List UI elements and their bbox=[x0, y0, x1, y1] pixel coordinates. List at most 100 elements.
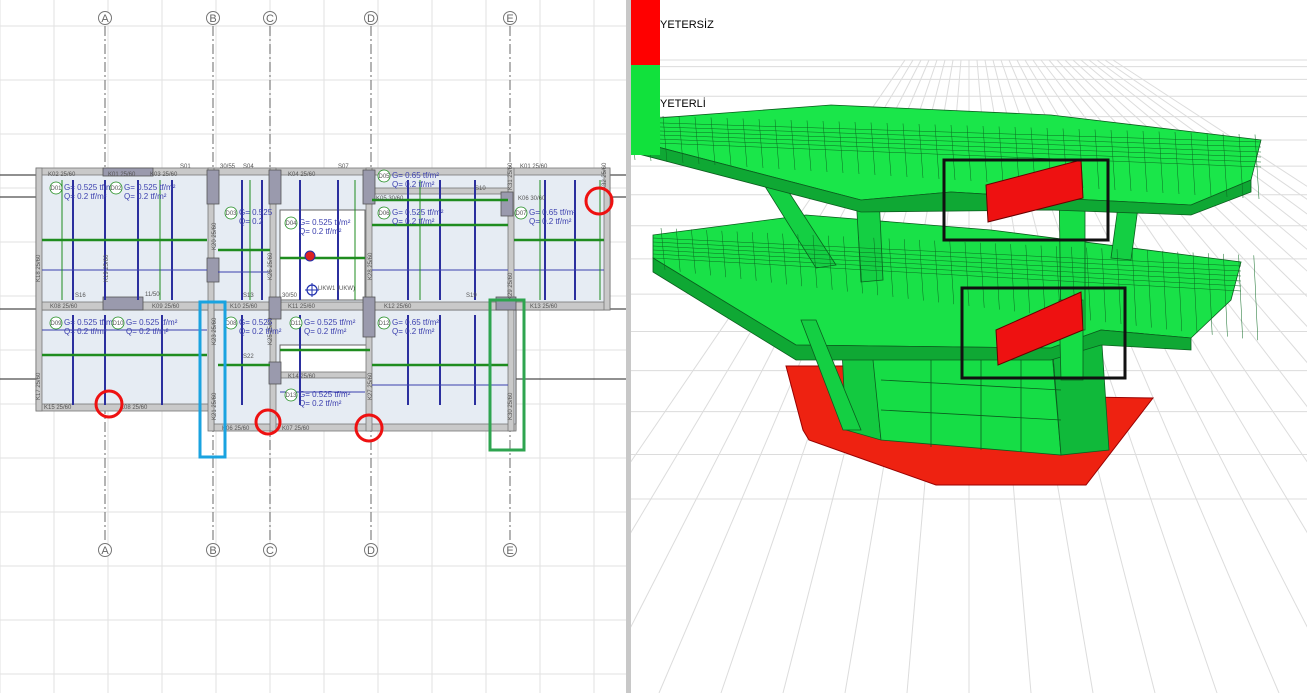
svg-text:Q= 0.2 tf/m²: Q= 0.2 tf/m² bbox=[304, 327, 347, 336]
slab-id-label: S22 bbox=[243, 354, 254, 360]
svg-text:D10: D10 bbox=[112, 321, 124, 327]
column-label: K20 25/60 bbox=[212, 222, 218, 250]
slab-id-label: 11/50 bbox=[145, 292, 160, 298]
beam-label: K03 25/60 bbox=[150, 172, 178, 178]
svg-text:D07: D07 bbox=[515, 211, 527, 217]
svg-text:G= 0.525 tf/m²: G= 0.525 tf/m² bbox=[304, 318, 356, 327]
column-label: K32 25/60 bbox=[602, 162, 608, 190]
svg-text:G= 0.525 tf/m²: G= 0.525 tf/m² bbox=[64, 183, 116, 192]
beam-label: K02 25/60 bbox=[48, 172, 76, 178]
beam-label: K15 25/60 bbox=[44, 405, 72, 411]
svg-text:Q= 0.2 tf/m²: Q= 0.2 tf/m² bbox=[64, 192, 107, 201]
beam-label: K10 25/60 bbox=[230, 304, 258, 310]
slab-id-label: S07 bbox=[338, 164, 349, 170]
axis-label: B bbox=[209, 545, 216, 557]
axis-label: A bbox=[101, 545, 109, 557]
axis-label: D bbox=[367, 545, 375, 557]
svg-text:G= 0.65 tf/m²: G= 0.65 tf/m² bbox=[392, 318, 439, 327]
column-label: K17 25/60 bbox=[36, 372, 42, 400]
svg-text:Q= 0.2 tf/m²: Q= 0.2 tf/m² bbox=[239, 327, 282, 336]
beam-label: K14 25/60 bbox=[288, 374, 316, 380]
beam-label: K11 25/60 bbox=[288, 304, 316, 310]
beam-label: K05 30/60 bbox=[376, 196, 404, 202]
svg-text:Q= 0.2 tf/m²: Q= 0.2 tf/m² bbox=[392, 327, 435, 336]
3d-model-panel[interactable] bbox=[631, 0, 1307, 693]
svg-text:Q= 0.2 tf/m²: Q= 0.2 tf/m² bbox=[529, 217, 572, 226]
svg-text:D13: D13 bbox=[285, 393, 297, 399]
beam-label: K12 25/60 bbox=[384, 304, 412, 310]
slab-id-label: S10 bbox=[475, 186, 486, 192]
beam-label: K01 25/60 bbox=[108, 172, 136, 178]
legend-sufficient-swatch bbox=[631, 65, 660, 155]
svg-text:D06: D06 bbox=[378, 211, 390, 217]
svg-text:G= 0.525: G= 0.525 bbox=[239, 208, 273, 217]
middle-slab bbox=[652, 214, 1242, 361]
slab-id-label: S13 bbox=[243, 293, 254, 299]
svg-text:G= 0.65 tf/m²: G= 0.65 tf/m² bbox=[529, 208, 576, 217]
svg-text:D03: D03 bbox=[225, 211, 237, 217]
axis-label: E bbox=[506, 545, 513, 557]
column-label: K27 25/60 bbox=[368, 372, 374, 400]
svg-text:G= 0.525 tf/m²: G= 0.525 tf/m² bbox=[64, 318, 116, 327]
beam-label: K04 25/60 bbox=[288, 172, 316, 178]
svg-text:G= 0.525 tf/m²: G= 0.525 tf/m² bbox=[299, 390, 351, 399]
beam-label: K08 25/60 bbox=[120, 405, 148, 411]
beam-label: K01 25/60 bbox=[520, 164, 548, 170]
beam-label: K07 25/60 bbox=[282, 426, 310, 432]
svg-text:G= 0.525 tf/m²: G= 0.525 tf/m² bbox=[124, 183, 176, 192]
column-label: K31 25/60 bbox=[508, 162, 514, 190]
svg-text:G= 0.525: G= 0.525 bbox=[239, 318, 273, 327]
svg-text:D04: D04 bbox=[285, 221, 297, 227]
slab-id-label: S16 bbox=[75, 293, 86, 299]
svg-text:D01: D01 bbox=[50, 186, 62, 192]
3d-model-canvas[interactable] bbox=[631, 0, 1307, 693]
slab-id-label: S19 bbox=[466, 293, 477, 299]
floor-plan-panel[interactable]: A A B B C C D D E E K02 25/60 K01 25/60 K03 25/60… bbox=[0, 0, 626, 693]
legend-insufficient-label: YETERSİZ bbox=[660, 19, 714, 31]
axis-label: A bbox=[101, 13, 109, 25]
column-label: K21 25/60 bbox=[212, 392, 218, 420]
svg-text:D02: D02 bbox=[110, 186, 122, 192]
slab-id-label: 30/50 bbox=[282, 293, 298, 299]
slab-id-label: 30/55 bbox=[220, 164, 236, 170]
column-label: K28 25/60 bbox=[368, 252, 374, 280]
column-label: K23 25/60 bbox=[212, 317, 218, 345]
slab-id-label: S04 bbox=[243, 164, 254, 170]
svg-text:Q= 0.2 tf/m²: Q= 0.2 tf/m² bbox=[126, 327, 169, 336]
slab-id-label: S01 bbox=[180, 164, 191, 170]
svg-text:G= 0.525 tf/m²: G= 0.525 tf/m² bbox=[126, 318, 178, 327]
svg-text:D05: D05 bbox=[378, 174, 390, 180]
svg-text:Q= 0.2: Q= 0.2 bbox=[239, 217, 264, 226]
beam-label: K08 25/60 bbox=[50, 304, 78, 310]
column-label: K30 25/60 bbox=[508, 392, 514, 420]
beam-label: K06 30/60 bbox=[518, 196, 546, 202]
beam-label: K09 25/60 bbox=[152, 304, 180, 310]
column-label: K18 25/60 bbox=[36, 254, 42, 282]
column-label: K26 25/60 bbox=[268, 252, 274, 280]
svg-text:Q= 0.2 tf/m²: Q= 0.2 tf/m² bbox=[64, 327, 107, 336]
svg-text:Q= 0.2 tf/m²: Q= 0.2 tf/m² bbox=[124, 192, 167, 201]
legend-insufficient-swatch bbox=[631, 0, 660, 65]
svg-text:Q= 0.2 tf/m²: Q= 0.2 tf/m² bbox=[392, 180, 435, 189]
svg-text:D08: D08 bbox=[225, 321, 237, 327]
axis-label: B bbox=[209, 13, 216, 25]
svg-text:D09: D09 bbox=[50, 321, 62, 327]
svg-text:G= 0.525 tf/m²: G= 0.525 tf/m² bbox=[392, 208, 444, 217]
svg-text:Q= 0.2 tf/m²: Q= 0.2 tf/m² bbox=[392, 217, 435, 226]
axis-label: C bbox=[266, 13, 274, 25]
marker-label: UKW1 (UKW) bbox=[318, 286, 355, 292]
axis-label: D bbox=[367, 13, 375, 25]
column-label: K29 25/60 bbox=[508, 272, 514, 300]
svg-text:Q= 0.2 tf/m²: Q= 0.2 tf/m² bbox=[299, 399, 342, 408]
column-label: K19 25/60 bbox=[104, 254, 110, 282]
svg-text:G= 0.525 tf/m²: G= 0.525 tf/m² bbox=[299, 218, 351, 227]
svg-text:Q= 0.2 tf/m²: Q= 0.2 tf/m² bbox=[299, 227, 342, 236]
svg-text:G= 0.65 tf/m²: G= 0.65 tf/m² bbox=[392, 171, 439, 180]
floor-plan-canvas[interactable]: A A B B C C D D E E K02 25/60 K01 25/60 K03 25/60… bbox=[0, 0, 626, 693]
axis-label: C bbox=[266, 545, 274, 557]
axis-label: E bbox=[506, 13, 513, 25]
beam-label: K13 25/60 bbox=[530, 304, 558, 310]
legend-sufficient-label: YETERLİ bbox=[660, 98, 706, 110]
svg-text:D12: D12 bbox=[378, 321, 390, 327]
svg-text:D11: D11 bbox=[291, 321, 302, 327]
